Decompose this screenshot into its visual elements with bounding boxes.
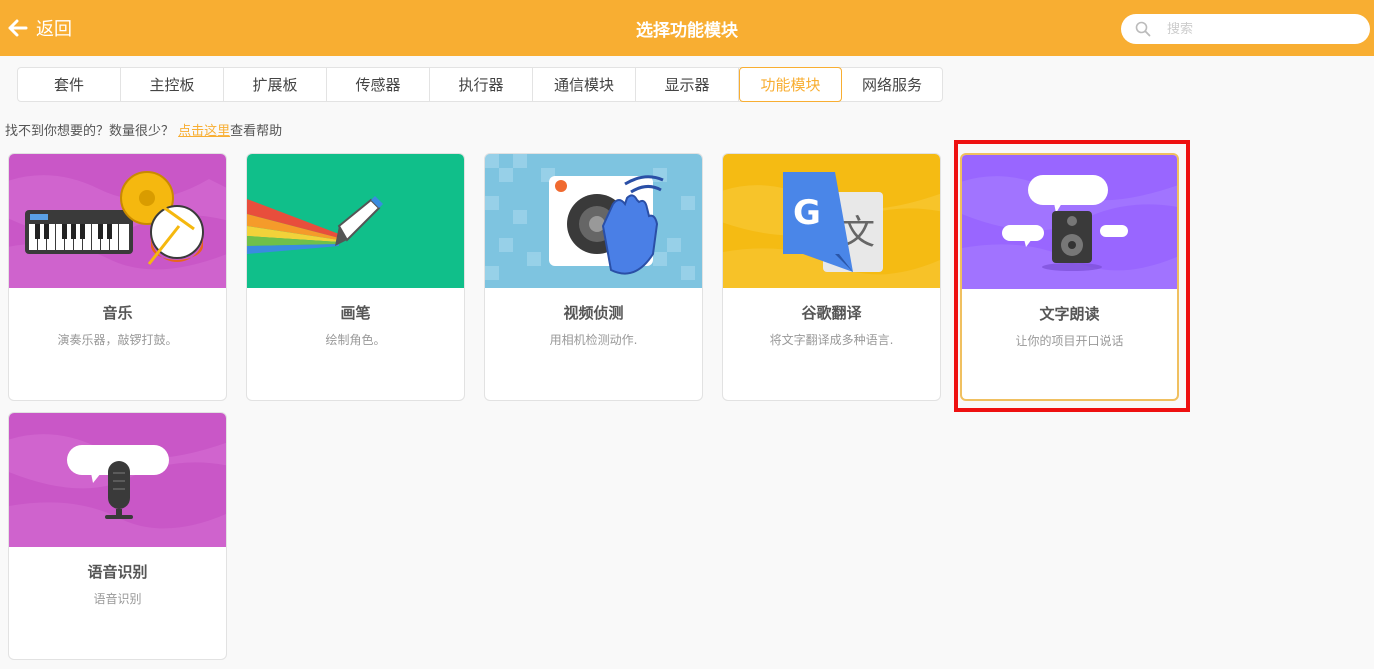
card-description: 语音识别 [93, 592, 142, 606]
translate-illustration: 文 G [723, 154, 940, 288]
tab-function-module[interactable]: 功能模块 [739, 67, 842, 102]
card-description: 让你的项目开口说话 [1015, 334, 1124, 348]
card-title: 文字朗读 [1039, 305, 1100, 323]
tab-suite[interactable]: 套件 [18, 68, 121, 101]
svg-text:G: G [793, 193, 821, 233]
tab-sensor[interactable]: 传感器 [327, 68, 430, 101]
category-tabs: 套件 主控板 扩展板 传感器 执行器 通信模块 显示器 功能模块 网络服务 [17, 67, 943, 102]
extension-card-translate[interactable]: 文 G 谷歌翻译 将文字翻译成多种语言. [722, 153, 941, 401]
help-link[interactable]: 点击这里 [178, 124, 230, 139]
card-title: 音乐 [102, 304, 133, 322]
tab-communication[interactable]: 通信模块 [533, 68, 636, 101]
extension-card-text-to-speech[interactable]: 文字朗读 让你的项目开口说话 [960, 153, 1179, 401]
card-description: 将文字翻译成多种语言. [769, 333, 894, 347]
speech-illustration [9, 413, 226, 547]
header-bar: 返回 选择功能模块 [0, 0, 1374, 56]
tab-network-service[interactable]: 网络服务 [842, 68, 942, 101]
card-title: 谷歌翻译 [801, 304, 862, 322]
tts-illustration [962, 155, 1177, 289]
card-description: 绘制角色。 [325, 333, 386, 347]
search-input[interactable] [1167, 21, 1347, 37]
tab-display[interactable]: 显示器 [636, 68, 739, 101]
tab-actuator[interactable]: 执行器 [430, 68, 533, 101]
extension-card-speech-recognition[interactable]: 语音识别 语音识别 [8, 412, 227, 660]
video-thumbnail [485, 154, 702, 288]
card-description: 演奏乐器，敲锣打鼓。 [57, 333, 178, 347]
help-suffix: 查看帮助 [230, 124, 283, 139]
card-title: 语音识别 [87, 563, 148, 581]
tab-mainboard[interactable]: 主控板 [121, 68, 224, 101]
card-title: 画笔 [340, 304, 371, 322]
card-description: 用相机检测动作. [549, 333, 638, 347]
extension-card-pen[interactable]: 画笔 绘制角色。 [246, 153, 465, 401]
extension-card-music[interactable]: 音乐 演奏乐器，敲锣打鼓。 [8, 153, 227, 401]
pen-illustration [247, 154, 464, 288]
search-box[interactable] [1121, 14, 1370, 44]
tts-thumbnail [962, 155, 1177, 289]
help-text: 找不到你想要的？数量很少？ 点击这里查看帮助 [5, 120, 282, 139]
video-illustration [485, 154, 702, 288]
speech-thumbnail [9, 413, 226, 547]
music-illustration [9, 154, 226, 288]
help-prefix: 找不到你想要的？数量很少？ [5, 124, 179, 139]
translate-thumbnail: 文 G [723, 154, 940, 288]
pen-thumbnail [247, 154, 464, 288]
music-thumbnail [9, 154, 226, 288]
extension-card-video-sensing[interactable]: 视频侦测 用相机检测动作. [484, 153, 703, 401]
tab-expansion-board[interactable]: 扩展板 [224, 68, 327, 101]
search-icon [1135, 21, 1151, 37]
card-title: 视频侦测 [563, 304, 624, 322]
